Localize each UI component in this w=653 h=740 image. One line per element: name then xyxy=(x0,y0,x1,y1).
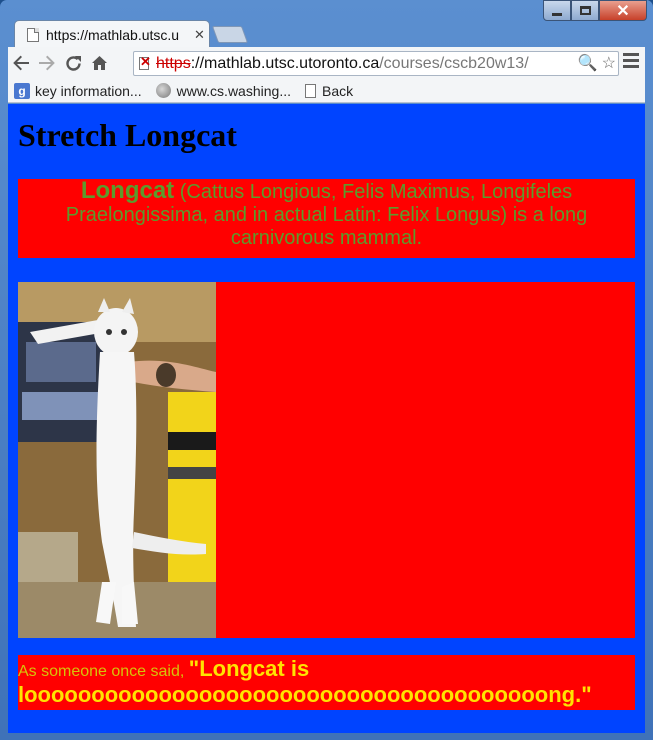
new-tab-button[interactable] xyxy=(211,26,249,43)
browser-window: https://mathlab.utsc.u ✕ ✕ ✕ https://mat… xyxy=(0,0,653,740)
bookmark-key-information[interactable]: g key information... xyxy=(14,82,142,99)
back-arrow-icon xyxy=(13,55,29,71)
bookmark-label: Back xyxy=(321,82,354,99)
quote-block: As someone once said, "Longcat is looooo… xyxy=(18,655,635,710)
menu-icon[interactable] xyxy=(623,53,639,71)
forward-button[interactable] xyxy=(34,50,60,76)
bookmark-back[interactable]: Back xyxy=(304,82,354,99)
title-bar: https://mathlab.utsc.u ✕ ✕ xyxy=(0,0,653,48)
minimize-icon xyxy=(552,13,562,16)
page-viewport[interactable]: Stretch Longcat Longcat (Cattus Longious… xyxy=(8,104,645,733)
close-window-button[interactable]: ✕ xyxy=(599,0,647,21)
bookmark-label: key information... xyxy=(35,82,142,99)
globe-icon xyxy=(155,83,171,98)
maximize-icon xyxy=(579,6,591,15)
url-host: ://mathlab.utsc.utoronto.ca xyxy=(190,54,380,72)
intro-paragraph: Longcat (Cattus Longious, Felis Maximus,… xyxy=(18,179,635,258)
back-button[interactable] xyxy=(8,50,34,76)
window-controls: ✕ xyxy=(543,0,647,21)
tab-title: https://mathlab.utsc.u xyxy=(46,26,180,43)
intro-lead: Longcat xyxy=(80,177,175,204)
insecure-https-icon[interactable]: ✕ xyxy=(138,54,152,71)
browser-tab[interactable]: https://mathlab.utsc.u ✕ xyxy=(14,20,210,48)
forward-arrow-icon xyxy=(39,55,55,71)
address-bar[interactable]: ✕ https://mathlab.utsc.utoronto.ca/cours… xyxy=(133,51,619,76)
maximize-button[interactable] xyxy=(571,0,599,21)
reload-button[interactable] xyxy=(60,50,86,76)
page-icon xyxy=(27,27,39,42)
quote-text-line2: looooooooooooooooooooooooooooooooooooooo… xyxy=(18,682,592,707)
bookmark-cs-washington[interactable]: www.cs.washing... xyxy=(155,82,291,99)
page-icon xyxy=(304,83,316,98)
quote-prefix: As someone once said, xyxy=(18,663,189,680)
url-scheme: https xyxy=(156,54,191,72)
close-window-icon: ✕ xyxy=(616,2,630,20)
google-icon: g xyxy=(14,82,30,99)
bookmark-label: www.cs.washing... xyxy=(176,82,291,99)
image-panel xyxy=(18,282,635,638)
minimize-button[interactable] xyxy=(543,0,571,21)
url-path: /courses/cscb20w13/ xyxy=(379,54,529,72)
close-icon[interactable]: ✕ xyxy=(194,27,205,43)
bookmarks-bar: g key information... www.cs.washing... B… xyxy=(8,79,645,103)
browser-toolbar: ✕ https://mathlab.utsc.utoronto.ca/cours… xyxy=(8,47,645,79)
reload-icon xyxy=(65,55,81,71)
longcat-photo xyxy=(18,282,216,638)
quote-text-line1: "Longcat is xyxy=(188,656,310,681)
home-icon xyxy=(91,56,107,70)
page-title: Stretch Longcat xyxy=(18,117,237,153)
bookmark-star-icon[interactable]: ☆ xyxy=(602,53,616,73)
home-button[interactable] xyxy=(86,50,112,76)
zoom-icon[interactable]: 🔍 xyxy=(578,53,598,73)
